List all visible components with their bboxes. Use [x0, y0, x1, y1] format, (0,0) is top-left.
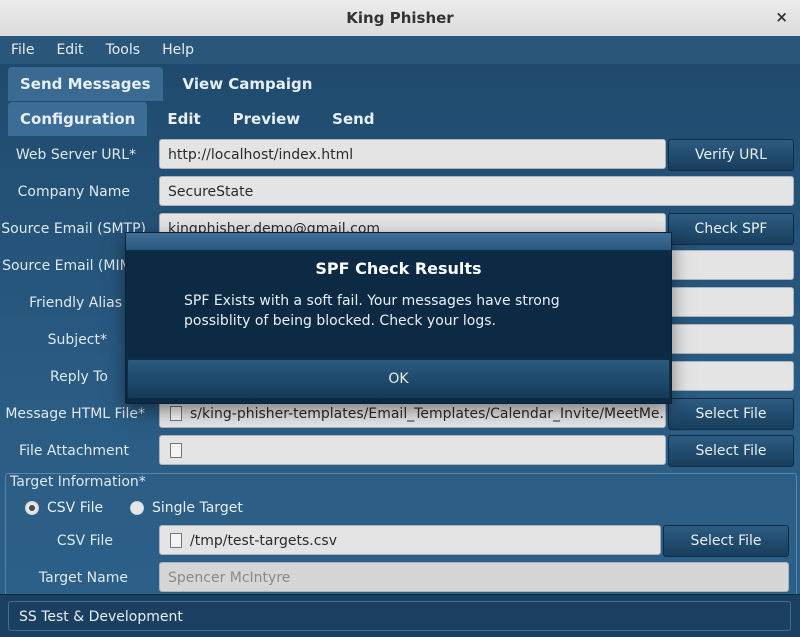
check-spf-button[interactable]: Check SPF	[668, 213, 794, 245]
target-information-title: Target Information*	[10, 474, 146, 490]
select-attachment-button[interactable]: Select File	[668, 435, 794, 467]
main-tabs: Send Messages View Campaign	[8, 66, 324, 102]
tab-view-campaign[interactable]: View Campaign	[171, 67, 325, 101]
row-web-server-url: Web Server URL* http://localhost/index.h…	[0, 138, 800, 172]
file-attachment-input[interactable]	[159, 435, 666, 465]
row-file-attachment: File Attachment Select File	[0, 434, 800, 468]
web-server-url-input[interactable]: http://localhost/index.html	[159, 139, 666, 169]
source-email-mime-label: Source Email (MIME)	[2, 258, 146, 274]
close-icon[interactable]: ×	[775, 8, 788, 26]
status-bar: SS Test & Development	[0, 594, 800, 637]
select-html-file-button[interactable]: Select File	[668, 398, 794, 430]
menu-help[interactable]: Help	[151, 42, 205, 58]
message-html-file-label: Message HTML File*	[5, 406, 145, 422]
target-name-label: Target Name	[38, 570, 128, 586]
select-csv-button[interactable]: Select File	[663, 525, 789, 557]
dialog-title: SPF Check Results	[315, 259, 482, 278]
dialog-message: SPF Exists with a soft fail. Your messag…	[184, 293, 560, 329]
radio-selected-icon	[25, 501, 39, 515]
sub-tabs: Configuration Edit Preview Send	[8, 101, 387, 137]
file-attachment-label: File Attachment	[19, 443, 129, 459]
tab-send[interactable]: Send	[320, 102, 386, 136]
radio-single-target-label: Single Target	[152, 500, 243, 516]
row-csv-file: CSV File /tmp/test-targets.csv Select Fi…	[0, 524, 800, 558]
radio-unselected-icon	[130, 501, 144, 515]
file-icon	[170, 442, 182, 458]
spf-results-dialog: SPF Check Results SPF Exists with a soft…	[126, 233, 671, 403]
menu-file[interactable]: File	[0, 42, 45, 58]
message-html-file-value: s/king-phisher-templates/Email_Templates…	[190, 406, 666, 422]
window-title: King Phisher	[346, 9, 454, 27]
company-name-label: Company Name	[17, 184, 130, 200]
file-icon	[170, 405, 182, 421]
status-text: SS Test & Development	[8, 601, 791, 631]
file-icon	[170, 532, 182, 548]
radio-single-target[interactable]: Single Target	[130, 498, 243, 518]
ok-button[interactable]: OK	[127, 359, 670, 399]
verify-url-button[interactable]: Verify URL	[668, 139, 794, 171]
tab-edit[interactable]: Edit	[155, 102, 212, 136]
radio-csv-file[interactable]: CSV File	[25, 498, 103, 518]
tab-preview[interactable]: Preview	[221, 102, 313, 136]
tab-configuration[interactable]: Configuration	[8, 102, 148, 136]
tab-send-messages[interactable]: Send Messages	[8, 67, 163, 101]
csv-file-input[interactable]: /tmp/test-targets.csv	[159, 525, 661, 555]
csv-file-label: CSV File	[56, 533, 113, 549]
company-name-input[interactable]: SecureState	[159, 176, 794, 206]
menu-tools[interactable]: Tools	[95, 42, 152, 58]
window-titlebar: King Phisher ×	[0, 0, 800, 37]
reply-to-label: Reply To	[50, 369, 108, 385]
radio-csv-file-label: CSV File	[47, 500, 104, 516]
menu-edit[interactable]: Edit	[45, 42, 94, 58]
source-email-smtp-label: Source Email (SMTP)	[1, 221, 146, 237]
web-server-url-label: Web Server URL*	[15, 147, 136, 163]
target-name-input[interactable]: Spencer McIntyre	[159, 562, 789, 592]
subject-label: Subject*	[47, 332, 107, 348]
dialog-titlebar	[126, 233, 671, 250]
csv-file-value: /tmp/test-targets.csv	[190, 533, 337, 549]
row-target-name: Target Name Spencer McIntyre	[0, 561, 800, 594]
menu-bar: File Edit Tools Help	[0, 36, 800, 64]
friendly-alias-label: Friendly Alias	[29, 295, 122, 311]
row-company-name: Company Name SecureState	[0, 175, 800, 209]
